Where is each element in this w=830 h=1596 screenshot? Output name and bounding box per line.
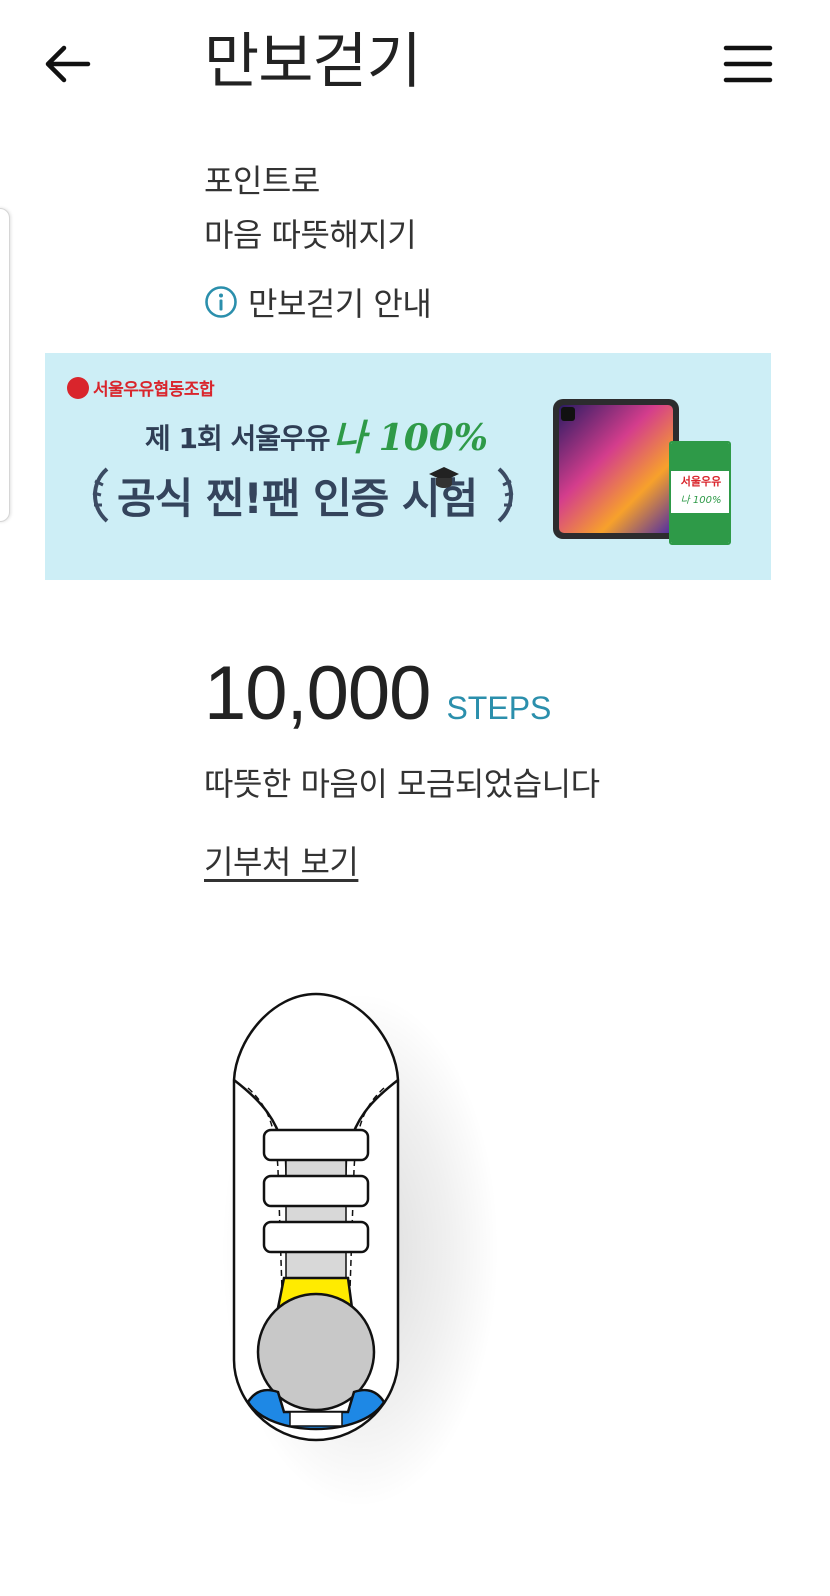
banner-headline-1: 제 1회 서울우유 [145,422,331,455]
step-count-value: 10,000 [204,651,431,736]
arrow-left-icon [45,45,91,83]
side-drawer-handle[interactable] [0,208,10,522]
intro-line-2: 마음 따뜻해지기 [204,216,417,254]
tablet-product-image [553,399,679,539]
step-count: 10,000 STEPS [204,650,551,740]
laurel-left-icon [92,467,109,523]
hamburger-menu-icon [723,45,773,83]
info-icon [205,286,237,318]
banner-headline-2: 공식 찐!팬 인증 시험 [117,474,478,523]
view-donation-link[interactable]: 기부처 보기 [204,838,359,886]
app-header: 만보걷기 [0,0,830,128]
step-count-unit: STEPS [446,690,552,726]
milk-carton-image: 서울우유 나 100% [669,441,731,545]
sneaker-icon [232,992,400,1442]
back-button[interactable] [40,38,96,94]
carton-top [671,443,729,471]
promo-banner[interactable]: 서울우유협동조합 제 1회 서울우유 나 100% 공식 찐!팬 인증 시험 서… [45,353,771,580]
laurel-right-icon [497,467,514,523]
donation-message: 따뜻한 마음이 모금되었습니다 [204,765,600,803]
intro-subtitle: 포인트로 마음 따뜻해지기 [204,154,417,262]
walking-guide-link[interactable]: 만보걷기 안내 [204,280,432,324]
intro-line-1: 포인트로 [204,162,320,200]
carton-sub: 나 100% [680,495,722,506]
tablet-screen [559,405,673,533]
menu-button[interactable] [722,40,774,92]
tablet-camera-icon [561,407,575,421]
carton-brand: 서울우유 [680,475,722,488]
sneaker-illustration [190,960,520,1520]
banner-logo-text: 서울우유협동조합 [93,380,215,400]
walking-guide-label: 만보걷기 안내 [248,285,432,323]
carton-bottom [671,513,729,543]
page-title: 만보걷기 [204,27,422,97]
seoul-milk-logo: 서울우유협동조합 [67,375,215,400]
seoul-milk-logo-icon [67,376,89,399]
banner-headline-accent: 나 100% [333,417,489,459]
graduation-cap-icon [429,467,459,488]
